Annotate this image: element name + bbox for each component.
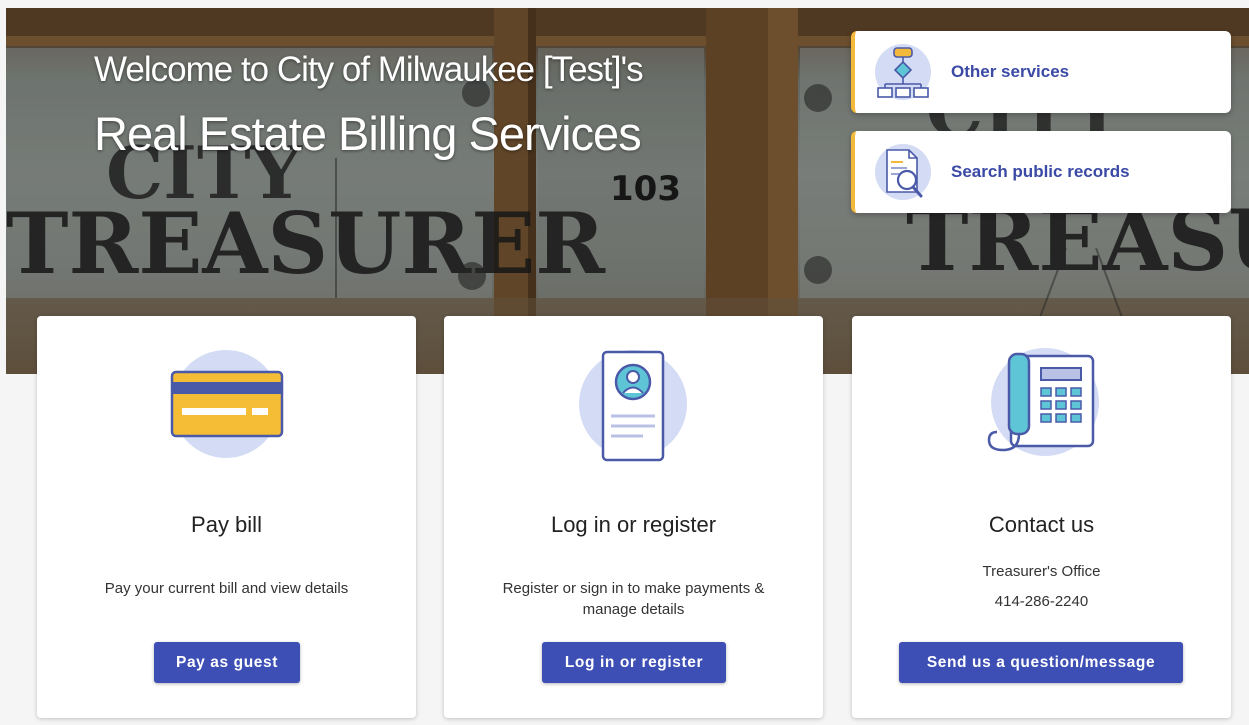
login-register-title: Log in or register [550, 512, 717, 537]
hero-service-title: Real Estate Billing Services [94, 107, 642, 160]
search-public-records-label: Search public records [951, 162, 1130, 181]
other-services-label: Other services [951, 62, 1070, 81]
login-register-card: Log in or register Register or sign in t… [444, 316, 823, 718]
contact-us-card: Contact us Treasurer's Office 414-286-22… [852, 316, 1231, 718]
contact-us-title: Contact us [988, 512, 1095, 537]
search-public-records-link[interactable]: Search public records [851, 131, 1231, 213]
user-profile-icon [579, 350, 687, 462]
login-register-description: Register or sign in to make payments & m… [502, 580, 765, 618]
contact-office-name: Treasurer's Office [982, 563, 1101, 580]
send-question-button[interactable]: Send us a question/message [899, 642, 1183, 683]
other-services-link[interactable]: Other services [851, 31, 1231, 113]
login-register-button[interactable]: Log in or register [542, 642, 726, 683]
hero-welcome-title: Welcome to City of Milwaukee [Test]'s [94, 50, 644, 89]
page: CITY TREASURER 103 CITY TREASURER Welcom… [0, 0, 1249, 725]
pay-bill-title: Pay bill [191, 512, 262, 537]
contact-phone-number: 414-286-2240 [994, 593, 1089, 610]
telephone-icon [987, 348, 1099, 456]
pay-as-guest-button[interactable]: Pay as guest [154, 642, 300, 683]
pay-bill-description: Pay your current bill and view details [104, 580, 349, 597]
document-search-icon [875, 144, 931, 200]
pay-bill-card: Pay bill Pay your current bill and view … [37, 316, 416, 718]
flowchart-icon [875, 44, 931, 100]
credit-card-icon [170, 350, 284, 458]
